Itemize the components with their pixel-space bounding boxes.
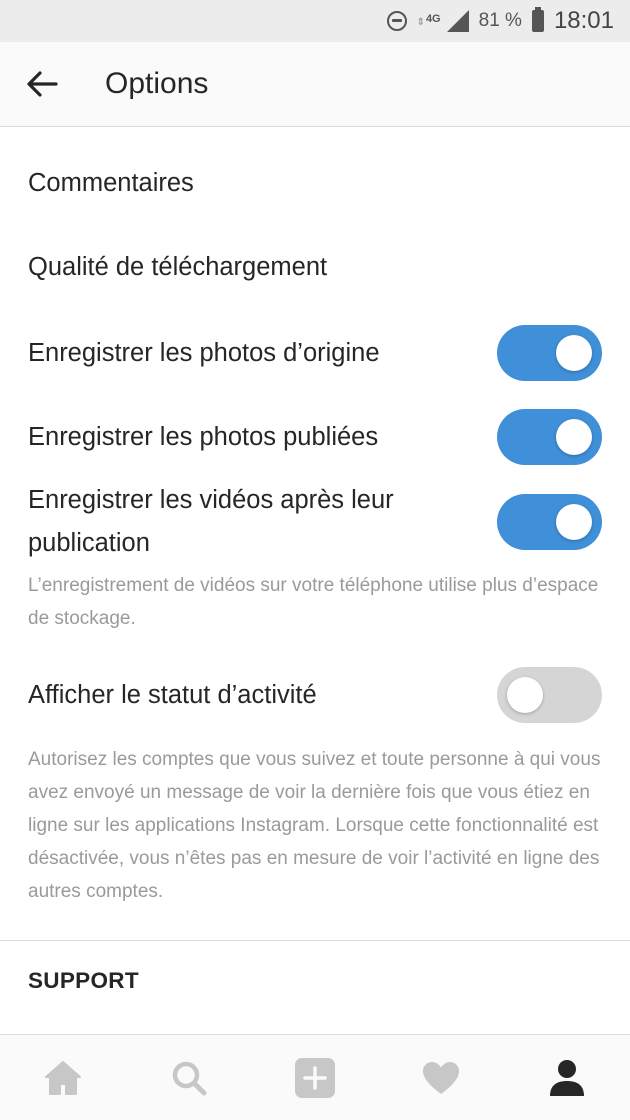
support-section-title: SUPPORT xyxy=(28,968,139,993)
tab-home[interactable] xyxy=(23,1038,103,1118)
app-bar: Options xyxy=(0,42,630,127)
do-not-disturb-icon xyxy=(386,11,407,31)
comments-row[interactable]: Commentaires xyxy=(28,162,602,205)
page-title: Options xyxy=(105,67,209,100)
activity-status-help-text: Autorisez les comptes que vous suivez et… xyxy=(28,749,601,902)
activity-status-row: Afficher le statut d’activité xyxy=(28,667,602,723)
save-posted-photos-label: Enregistrer les photos publiées xyxy=(28,422,379,451)
save-posted-photos-row: Enregistrer les photos publiées xyxy=(28,409,602,465)
tab-profile[interactable] xyxy=(527,1038,607,1118)
add-post-icon xyxy=(295,1057,335,1098)
tab-activity[interactable] xyxy=(401,1038,481,1118)
search-icon xyxy=(172,1061,207,1095)
profile-icon xyxy=(550,1059,584,1096)
save-videos-label: Enregistrer les vidéos après leur public… xyxy=(28,486,394,557)
upload-quality-row[interactable]: Qualité de téléchargement xyxy=(28,246,602,289)
battery-percent: 81 % xyxy=(478,10,522,31)
network-indicator: ⇕ 4G xyxy=(417,14,441,28)
save-videos-help-text: L’enregistrement de vidéos sur votre tél… xyxy=(28,575,599,629)
upload-quality-label: Qualité de téléchargement xyxy=(28,253,328,281)
heart-icon xyxy=(423,1061,459,1094)
status-bar: ⇕ 4G 81 % 18:01 xyxy=(0,0,630,42)
save-videos-row: Enregistrer les vidéos après leur public… xyxy=(28,479,602,565)
battery-icon xyxy=(531,7,544,32)
home-icon xyxy=(45,1060,81,1095)
save-original-photos-label: Enregistrer les photos d’origine xyxy=(28,338,380,367)
toggle-knob xyxy=(556,504,592,540)
arrow-left-icon xyxy=(27,71,58,97)
save-original-photos-toggle[interactable] xyxy=(497,325,602,381)
network-type: 4G xyxy=(425,13,441,25)
back-button[interactable] xyxy=(0,42,84,127)
clock: 18:01 xyxy=(553,7,614,34)
save-videos-toggle[interactable] xyxy=(497,494,602,550)
toggle-knob xyxy=(507,677,543,713)
toggle-knob xyxy=(556,335,592,371)
signal-icon xyxy=(446,10,469,32)
save-posted-photos-toggle[interactable] xyxy=(497,409,602,465)
save-original-photos-row: Enregistrer les photos d’origine xyxy=(28,325,602,381)
section-divider xyxy=(0,940,630,941)
tab-new-post[interactable] xyxy=(275,1038,355,1118)
activity-status-label: Afficher le statut d’activité xyxy=(28,680,317,709)
comments-label: Commentaires xyxy=(28,169,194,197)
tab-search[interactable] xyxy=(149,1038,229,1118)
activity-status-toggle[interactable] xyxy=(497,667,602,723)
toggle-knob xyxy=(556,419,592,455)
bottom-tab-bar xyxy=(0,1034,630,1120)
data-arrows-icon: ⇕ xyxy=(416,17,425,28)
